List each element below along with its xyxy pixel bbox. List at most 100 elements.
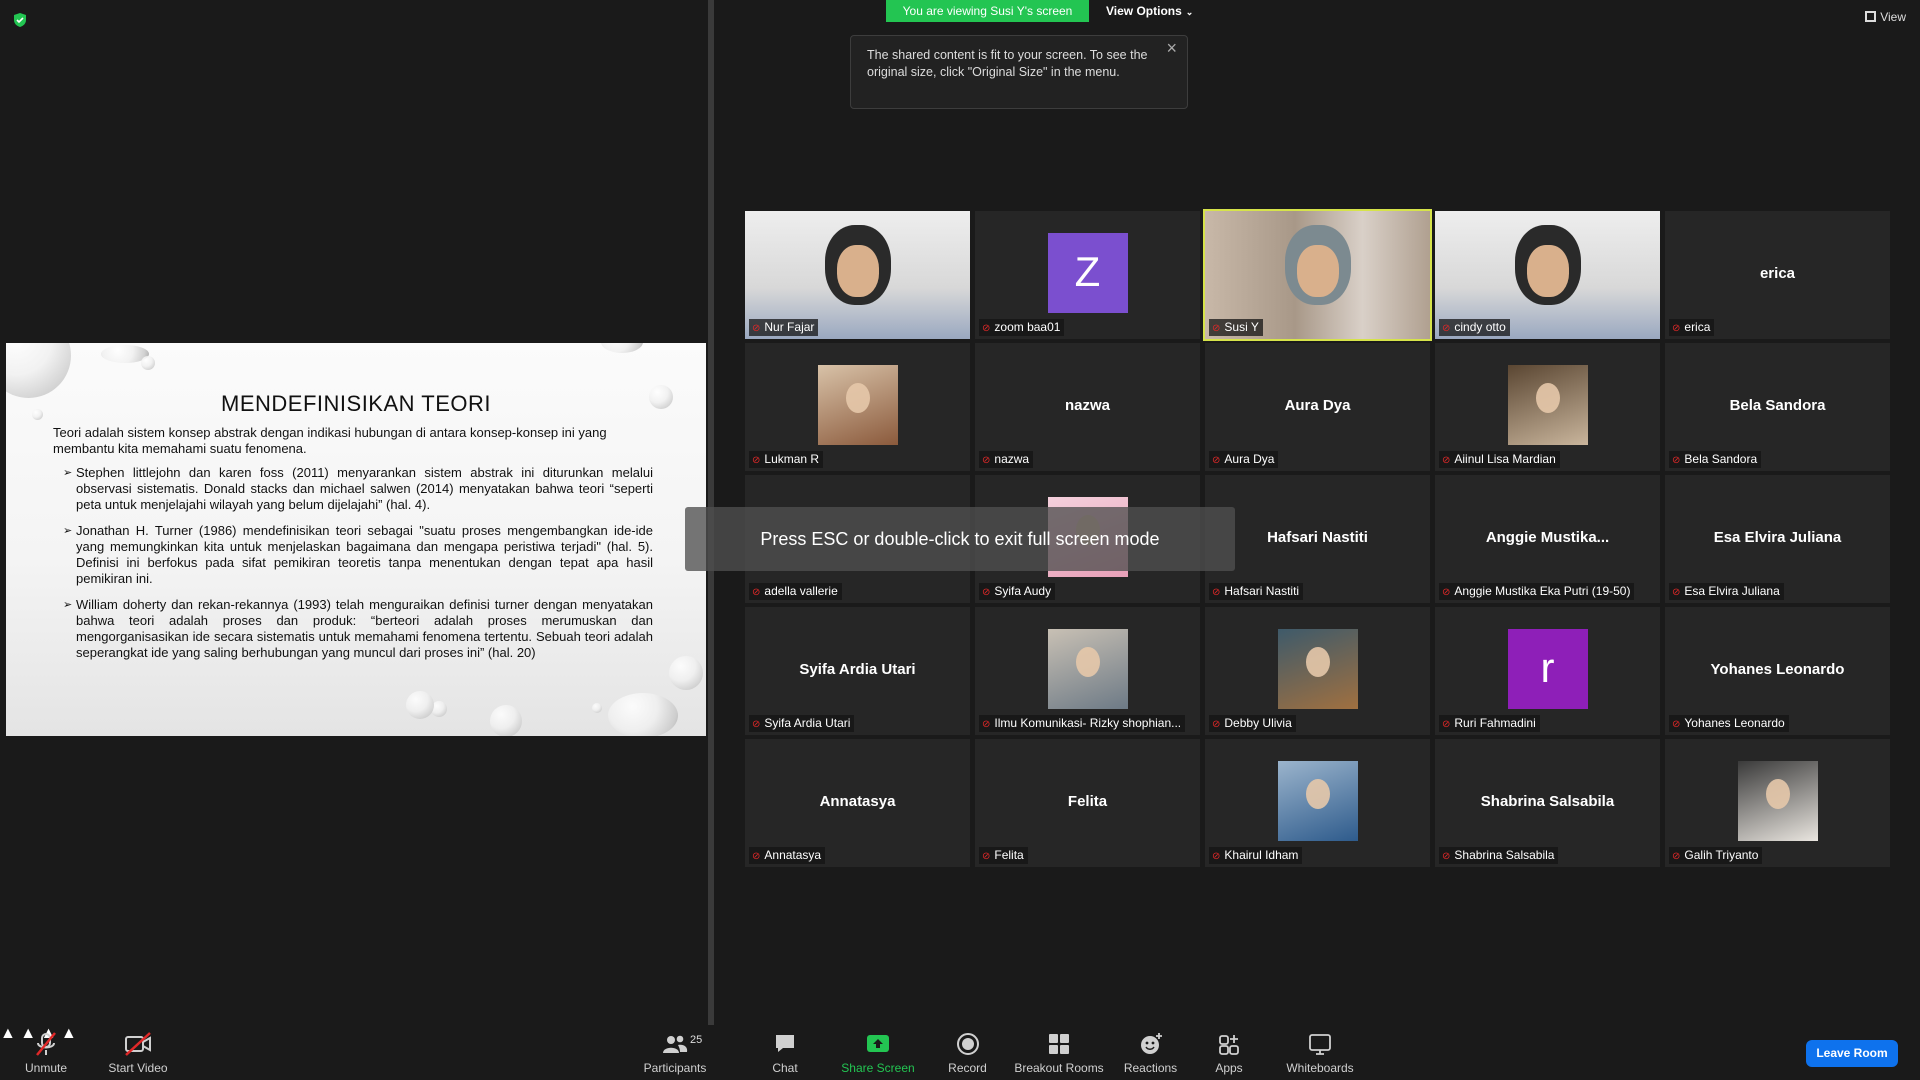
muted-microphone-icon: ⊘ <box>1442 587 1451 598</box>
participant-name-label: ⊘ Khairul Idham <box>1209 847 1303 864</box>
muted-microphone-icon: ⊘ <box>1672 323 1681 334</box>
decorative-water-drop <box>601 343 643 353</box>
participant-name-label: ⊘ Yohanes Leonardo <box>1669 715 1789 732</box>
participants-label: Participants <box>643 1061 707 1075</box>
participant-display-name: Syifa Ardia Utari <box>799 661 916 678</box>
participant-tile[interactable]: Shabrina Salsabila ⊘ Shabrina Salsabila <box>1435 739 1660 867</box>
participant-name-label: ⊘ Ruri Fahmadini <box>1439 715 1540 732</box>
breakout-rooms-button[interactable]: Breakout Rooms <box>1013 1025 1105 1080</box>
chevron-down-icon: ⌄ <box>1185 7 1194 17</box>
participant-tile[interactable]: ⊘ Ilmu Komunikasi- Rizky shophian... <box>975 607 1200 735</box>
gallery-view-icon <box>1865 11 1877 22</box>
encryption-shield-icon[interactable] <box>12 12 28 28</box>
apps-label: Apps <box>1215 1061 1243 1075</box>
chat-icon <box>776 1035 794 1052</box>
muted-microphone-icon: ⊘ <box>752 587 761 598</box>
profile-photo <box>817 365 898 445</box>
decorative-water-drop <box>592 703 602 713</box>
unmute-button[interactable]: Unmute <box>16 1025 76 1080</box>
participant-tile[interactable]: ⊘ Lukman R <box>745 343 970 471</box>
participant-name: Anggie Mustika Eka Putri (19-50) <box>1454 584 1631 598</box>
face-shape <box>845 383 870 413</box>
participant-name: Shabrina Salsabila <box>1454 848 1555 862</box>
participant-tile[interactable]: Annatasya ⊘ Annatasya <box>745 739 970 867</box>
whiteboards-button[interactable]: Whiteboards <box>1280 1025 1360 1080</box>
participant-tile[interactable]: ⊘ Nur Fajar <box>745 211 970 339</box>
participant-display-name: Annatasya <box>819 793 896 810</box>
participant-tile[interactable]: nazwa ⊘ nazwa <box>975 343 1200 471</box>
participant-name-label: ⊘ Bela Sandora <box>1669 451 1762 468</box>
profile-photo <box>1277 629 1358 709</box>
muted-microphone-icon: ⊘ <box>1212 455 1221 466</box>
reactions-button[interactable]: Reactions <box>1123 1025 1178 1080</box>
participant-name: Felita <box>994 848 1024 862</box>
apps-button[interactable]: Apps <box>1204 1025 1254 1080</box>
participant-name: Yohanes Leonardo <box>1684 716 1785 730</box>
audio-options-caret-icon[interactable]: ▲ <box>0 1025 16 1042</box>
participant-name: Debby Ulivia <box>1224 716 1292 730</box>
muted-microphone-icon: ⊘ <box>982 851 991 862</box>
participant-name-label: ⊘ Aiinul Lisa Mardian <box>1439 451 1560 468</box>
participant-name: Annatasya <box>764 848 822 862</box>
chat-button[interactable]: Chat <box>760 1025 810 1080</box>
close-icon[interactable]: × <box>1166 39 1177 57</box>
participant-tile[interactable]: r ⊘ Ruri Fahmadini <box>1435 607 1660 735</box>
view-options-button[interactable]: View Options ⌄ <box>1106 0 1208 22</box>
view-layout-button[interactable]: View <box>1865 10 1906 24</box>
participant-tile[interactable]: ⊘ Khairul Idham <box>1205 739 1430 867</box>
participant-tile[interactable]: Syifa Ardia Utari ⊘ Syifa Ardia Utari <box>745 607 970 735</box>
face-shape <box>1305 647 1330 677</box>
muted-microphone-icon: ⊘ <box>1442 851 1451 862</box>
slide-body: Teori adalah sistem konsep abstrak denga… <box>53 425 653 671</box>
whiteboards-label: Whiteboards <box>1286 1061 1354 1075</box>
participant-tile[interactable]: Aura Dya ⊘ Aura Dya <box>1205 343 1430 471</box>
participant-tile[interactable]: ⊘ cindy otto <box>1435 211 1660 339</box>
participant-tile[interactable]: ⊘ Susi Y <box>1203 209 1432 341</box>
decorative-water-drop <box>490 705 522 736</box>
participant-name-label: ⊘ cindy otto <box>1439 319 1510 336</box>
participant-name-label: ⊘ Esa Elvira Juliana <box>1669 583 1784 600</box>
participant-display-name: Felita <box>1067 793 1108 810</box>
leave-room-button[interactable]: Leave Room <box>1806 1040 1898 1067</box>
face-shape <box>1075 647 1100 677</box>
avatar: r <box>1507 629 1588 709</box>
breakout-rooms-icon <box>1049 1034 1069 1054</box>
participants-count: 25 <box>690 1034 703 1046</box>
decorative-water-drop <box>141 356 155 370</box>
participant-tile[interactable]: ⊘ Aiinul Lisa Mardian <box>1435 343 1660 471</box>
participant-name-label: ⊘ Shabrina Salsabila <box>1439 847 1559 864</box>
tooltip-text: The shared content is fit to your screen… <box>867 48 1148 79</box>
muted-microphone-icon: ⊘ <box>1442 719 1451 730</box>
participant-display-name: Aura Dya <box>1284 397 1351 414</box>
participant-tile[interactable]: ⊘ Debby Ulivia <box>1205 607 1430 735</box>
participant-tile[interactable]: Anggie Mustika... ⊘ Anggie Mustika Eka Put… <box>1435 475 1660 603</box>
reactions-icon <box>1140 1033 1162 1054</box>
participant-name-label: ⊘ Ilmu Komunikasi- Rizky shophian... <box>979 715 1186 732</box>
participant-tile[interactable]: ⊘ Galih Triyanto <box>1665 739 1890 867</box>
face-shape <box>837 245 879 297</box>
muted-microphone-icon: ⊘ <box>1442 455 1451 466</box>
muted-microphone-icon: ⊘ <box>982 719 991 730</box>
participant-name-label: ⊘ Annatasya <box>749 847 826 864</box>
record-button[interactable]: Record <box>940 1025 995 1080</box>
participant-tile[interactable]: Esa Elvira Juliana ⊘ Esa Elvira Juliana <box>1665 475 1890 603</box>
fit-screen-tooltip: The shared content is fit to your screen… <box>850 35 1188 109</box>
participant-tile[interactable]: Bela Sandora ⊘ Bela Sandora <box>1665 343 1890 471</box>
participant-name: Khairul Idham <box>1224 848 1299 862</box>
slide-bullet: William doherty dan rekan-rekannya (1993… <box>63 597 653 661</box>
participant-tile[interactable]: Yohanes Leonardo ⊘ Yohanes Leonardo <box>1665 607 1890 735</box>
participant-name: cindy otto <box>1454 320 1506 334</box>
muted-microphone-icon: ⊘ <box>982 455 991 466</box>
muted-microphone-icon: ⊘ <box>982 587 991 598</box>
share-screen-button[interactable]: Share Screen <box>838 1025 918 1080</box>
start-video-button[interactable]: Start Video <box>103 1025 173 1080</box>
participant-tile[interactable]: Hafsari Nastiti ⊘ Hafsari Nastiti <box>1205 475 1430 603</box>
participant-tile[interactable]: Z ⊘ zoom baa01 <box>975 211 1200 339</box>
participant-name: Galih Triyanto <box>1684 848 1759 862</box>
profile-photo <box>1507 365 1588 445</box>
decorative-water-drop <box>6 343 71 398</box>
participant-tile[interactable]: Felita ⊘ Felita <box>975 739 1200 867</box>
profile-photo <box>1737 761 1818 841</box>
participant-name: Ruri Fahmadini <box>1454 716 1536 730</box>
participant-tile[interactable]: erica ⊘ erica <box>1665 211 1890 339</box>
